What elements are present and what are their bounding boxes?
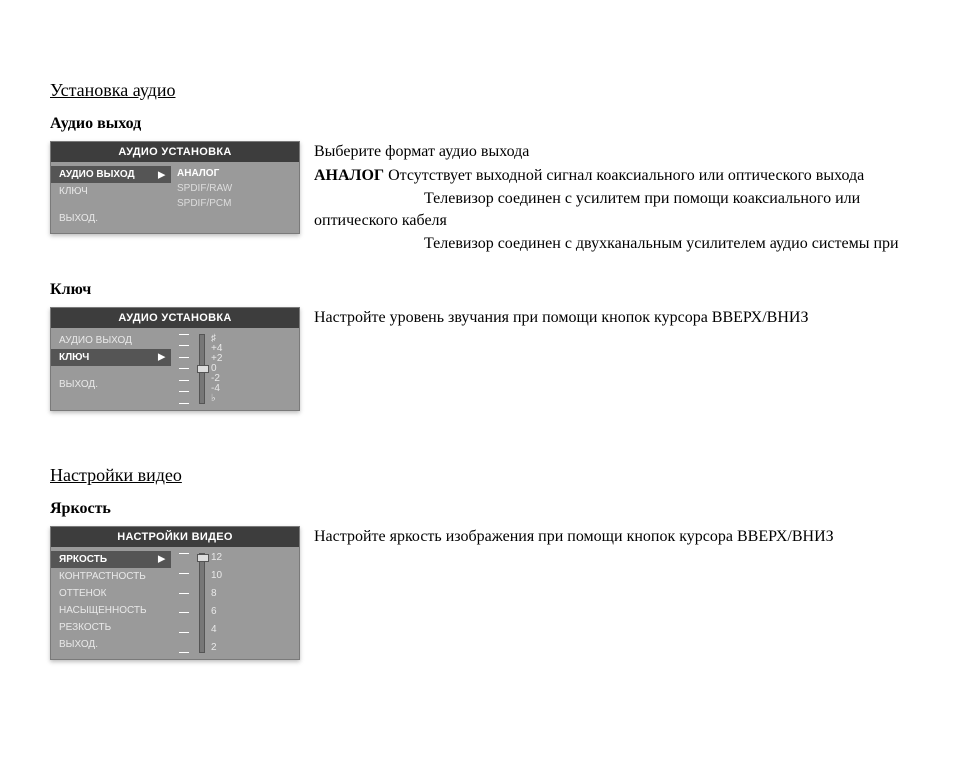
osd-menu-list: АУДИО ВЫХОД КЛЮЧ ▶ ВЫХОД. — [51, 328, 171, 410]
scale-label: 6 — [211, 607, 239, 617]
description-brightness: Настройте яркость изображения при помощи… — [314, 526, 904, 550]
osd-item-label: АУДИО ВЫХОД — [59, 169, 135, 180]
section-title-audio: Установка аудио — [50, 80, 904, 101]
slider-scale-labels: 12 10 8 6 4 2 — [211, 553, 239, 653]
description-audio-output: Выберите формат аудио выхода АНАЛОГ Отсу… — [314, 141, 904, 257]
scale-label: 8 — [211, 589, 239, 599]
osd-item-label: АУДИО ВЫХОД — [59, 335, 132, 346]
chevron-right-icon: ▶ — [158, 169, 165, 180]
osd-slider[interactable]: ♯ +4 +2 0 -2 -4 ♭ — [171, 328, 299, 410]
chevron-right-icon: ▶ — [158, 554, 165, 565]
osd-item-label: КОНТРАСТНОСТЬ — [59, 571, 146, 582]
osd-item-key[interactable]: КЛЮЧ ▶ — [51, 349, 171, 366]
text-line: Телевизор соединен с двухканальным усили… — [314, 233, 904, 255]
slider-ticks — [175, 553, 193, 653]
osd-item-brightness[interactable]: ЯРКОСТЬ ▶ — [51, 551, 171, 568]
osd-item-label: КЛЮЧ — [59, 186, 88, 197]
osd-panel-audio-output: АУДИО УСТАНОВКА АУДИО ВЫХОД ▶ КЛЮЧ ВЫХОД… — [50, 141, 300, 234]
text-line: Настройте уровень звучания при помощи кн… — [314, 307, 904, 329]
osd-item-exit[interactable]: ВЫХОД. — [51, 210, 171, 227]
slider-thumb[interactable] — [197, 554, 209, 562]
osd-item-exit[interactable]: ВЫХОД. — [51, 636, 171, 653]
chevron-right-icon: ▶ — [158, 352, 165, 363]
slider-ticks — [175, 334, 193, 404]
text-line: Телевизор соединен с усилитем при помощи… — [314, 188, 904, 231]
description-key: Настройте уровень звучания при помощи кн… — [314, 307, 904, 331]
slider-rail[interactable] — [199, 334, 205, 404]
osd-menu-list: АУДИО ВЫХОД ▶ КЛЮЧ ВЫХОД. — [51, 162, 171, 233]
osd-slider[interactable]: 12 10 8 6 4 2 — [171, 547, 299, 659]
osd-item-contrast[interactable]: КОНТРАСТНОСТЬ — [51, 568, 171, 585]
osd-item-sharpness[interactable]: РЕЗКОСТЬ — [51, 619, 171, 636]
scale-label: 10 — [211, 571, 239, 581]
scale-label: ♭ — [211, 394, 239, 404]
text-line: Телевизор соединен с усилитем при помощи… — [314, 190, 860, 229]
slider-rail[interactable] — [199, 553, 205, 653]
osd-value-spdif-raw[interactable]: SPDIF/RAW — [177, 181, 291, 196]
osd-item-label: ОТТЕНОК — [59, 588, 107, 599]
osd-value-spdif-pcm[interactable]: SPDIF/PCM — [177, 196, 291, 211]
osd-item-label: ЯРКОСТЬ — [59, 554, 107, 565]
text-bold: АНАЛОГ — [314, 167, 384, 184]
section-title-video: Настройки видео — [50, 465, 904, 486]
subtitle-brightness: Яркость — [50, 500, 904, 518]
osd-header: АУДИО УСТАНОВКА — [51, 142, 299, 162]
osd-header: АУДИО УСТАНОВКА — [51, 308, 299, 328]
osd-item-key[interactable]: КЛЮЧ — [51, 183, 171, 200]
osd-panel-video: НАСТРОЙКИ ВИДЕО ЯРКОСТЬ ▶ КОНТРАСТНОСТЬ … — [50, 526, 300, 660]
subtitle-key: Ключ — [50, 281, 904, 299]
osd-item-label: ВЫХОД. — [59, 379, 98, 390]
osd-value-list: АНАЛОГ SPDIF/RAW SPDIF/PCM — [171, 162, 299, 233]
osd-item-label: ВЫХОД. — [59, 213, 98, 224]
osd-item-saturation[interactable]: НАСЫЩЕННОСТЬ — [51, 602, 171, 619]
text-line: Настройте яркость изображения при помощи… — [314, 526, 904, 548]
osd-item-tint[interactable]: ОТТЕНОК — [51, 585, 171, 602]
scale-label: 2 — [211, 643, 239, 653]
text-line: Выберите формат аудио выхода — [314, 141, 904, 163]
osd-item-exit[interactable]: ВЫХОД. — [51, 376, 171, 393]
osd-item-label: НАСЫЩЕННОСТЬ — [59, 605, 147, 616]
osd-item-label: КЛЮЧ — [59, 352, 89, 363]
osd-value-analog[interactable]: АНАЛОГ — [177, 166, 291, 181]
scale-label: 4 — [211, 625, 239, 635]
text-line: Телевизор соединен с двухканальным усили… — [424, 235, 899, 252]
osd-item-audio-output[interactable]: АУДИО ВЫХОД ▶ — [51, 166, 171, 183]
osd-item-label: РЕЗКОСТЬ — [59, 622, 111, 633]
scale-label: 12 — [211, 553, 239, 563]
osd-item-label: ВЫХОД. — [59, 639, 98, 650]
slider-thumb[interactable] — [197, 365, 209, 373]
osd-item-audio-output[interactable]: АУДИО ВЫХОД — [51, 332, 171, 349]
slider-scale-labels: ♯ +4 +2 0 -2 -4 ♭ — [211, 334, 239, 404]
osd-header: НАСТРОЙКИ ВИДЕО — [51, 527, 299, 547]
osd-panel-key: АУДИО УСТАНОВКА АУДИО ВЫХОД КЛЮЧ ▶ ВЫХОД… — [50, 307, 300, 411]
text-line: АНАЛОГ Отсутствует выходной сигнал коакс… — [314, 165, 904, 187]
text-line: Отсутствует выходной сигнал коаксиальног… — [384, 167, 864, 184]
osd-menu-list: ЯРКОСТЬ ▶ КОНТРАСТНОСТЬ ОТТЕНОК НАСЫЩЕНН… — [51, 547, 171, 659]
subtitle-audio-output: Аудио выход — [50, 115, 904, 133]
